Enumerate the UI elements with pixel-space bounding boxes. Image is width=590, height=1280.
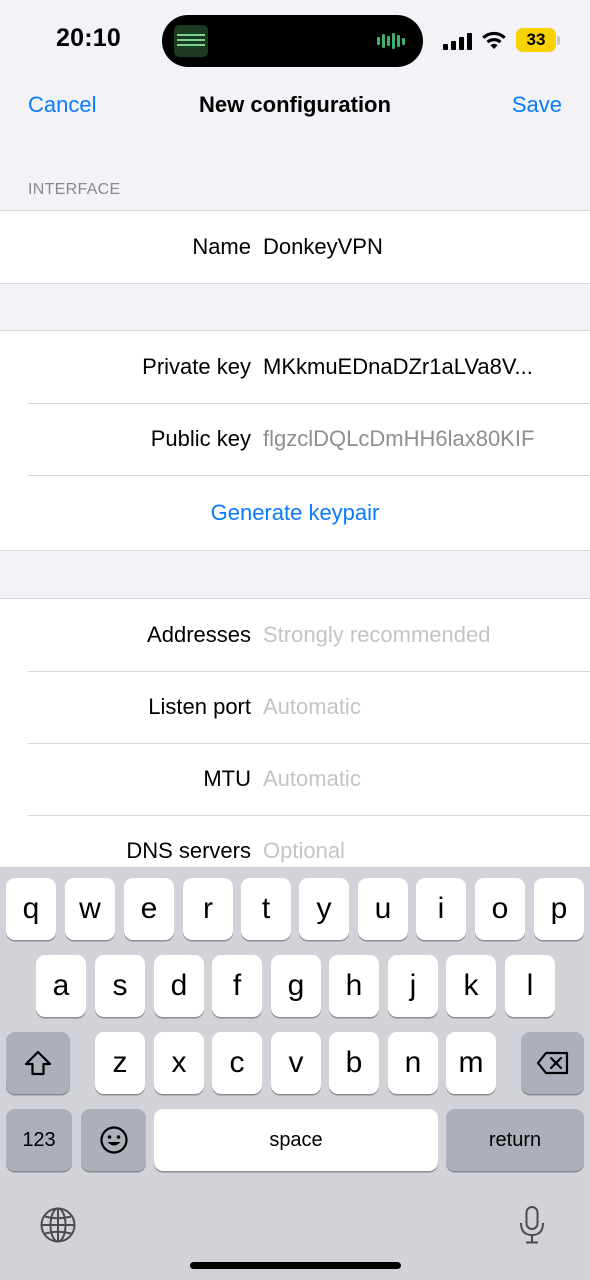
key-l[interactable]: l (505, 955, 555, 1017)
key-x[interactable]: x (154, 1032, 204, 1094)
key-a[interactable]: a (36, 955, 86, 1017)
key-w[interactable]: w (65, 878, 115, 940)
emoji-icon (99, 1126, 128, 1154)
key-b[interactable]: b (329, 1032, 379, 1094)
key-r[interactable]: r (183, 878, 233, 940)
name-field[interactable]: DonkeyVPN (263, 234, 590, 260)
status-bar: 20:10 33 (0, 0, 590, 80)
private-key-row[interactable]: Private key MKkmuEDnaDZr1aLVa8V... (0, 331, 590, 403)
dns-servers-row[interactable]: DNS servers Optional (0, 815, 590, 868)
key-g[interactable]: g (271, 955, 321, 1017)
numbers-key[interactable]: 123 (6, 1109, 72, 1171)
key-j[interactable]: j (388, 955, 438, 1017)
audio-waveform-icon (377, 33, 409, 49)
key-f[interactable]: f (212, 955, 262, 1017)
key-c[interactable]: c (212, 1032, 262, 1094)
addresses-label: Addresses (147, 622, 251, 647)
mtu-field[interactable]: Automatic (263, 766, 590, 792)
addresses-field[interactable]: Strongly recommended (263, 622, 590, 648)
public-key-label: Public key (150, 426, 251, 451)
dynamic-island[interactable] (162, 15, 423, 67)
key-d[interactable]: d (154, 955, 204, 1017)
space-key[interactable]: space (154, 1109, 438, 1171)
battery-icon: 33 (516, 28, 560, 52)
navigation-bar: Cancel New configuration Save (0, 80, 590, 130)
dns-servers-label: DNS servers (126, 838, 251, 863)
return-key[interactable]: return (446, 1109, 584, 1171)
public-key-value: flgzclDQLcDmHH6lax80KIF (263, 426, 535, 451)
shift-key[interactable] (6, 1032, 70, 1094)
home-indicator[interactable] (190, 1262, 401, 1269)
battery-level: 33 (516, 28, 556, 52)
listen-port-row[interactable]: Listen port Automatic (0, 671, 590, 743)
key-z[interactable]: z (95, 1032, 145, 1094)
key-i[interactable]: i (416, 878, 466, 940)
backspace-icon (536, 1051, 568, 1075)
listen-port-label: Listen port (148, 694, 251, 719)
mtu-label: MTU (203, 766, 251, 791)
dictation-button[interactable] (510, 1203, 554, 1247)
globe-button[interactable] (36, 1205, 80, 1245)
backspace-key[interactable] (521, 1032, 584, 1094)
page-title: New configuration (199, 92, 391, 117)
name-row[interactable]: Name DonkeyVPN (0, 211, 590, 283)
key-y[interactable]: y (299, 878, 349, 940)
key-u[interactable]: u (358, 878, 408, 940)
globe-icon (40, 1207, 76, 1243)
save-button[interactable]: Save (512, 92, 562, 118)
key-q[interactable]: q (6, 878, 56, 940)
microphone-icon (520, 1206, 544, 1244)
public-key-row: Public key flgzclDQLcDmHH6lax80KIF (0, 403, 590, 475)
status-time: 20:10 (56, 24, 121, 52)
key-s[interactable]: s (95, 955, 145, 1017)
now-playing-artwork-icon (174, 25, 208, 57)
key-v[interactable]: v (271, 1032, 321, 1094)
section-header-interface: INTERFACE (28, 181, 121, 198)
generate-keypair-button[interactable]: Generate keypair (0, 475, 590, 550)
listen-port-field[interactable]: Automatic (263, 694, 590, 720)
mtu-row[interactable]: MTU Automatic (0, 743, 590, 815)
status-icons: 33 (443, 26, 560, 54)
keys-group: Private key MKkmuEDnaDZr1aLVa8V... Publi… (0, 330, 590, 551)
shift-icon (24, 1050, 52, 1076)
name-label: Name (192, 234, 251, 259)
signal-icon (443, 30, 472, 50)
emoji-key[interactable] (81, 1109, 146, 1171)
network-group: Addresses Strongly recommended Listen po… (0, 598, 590, 868)
keyboard: q w e r t y u i o p a s d f g h j k l z … (0, 867, 590, 1280)
private-key-field[interactable]: MKkmuEDnaDZr1aLVa8V... (263, 354, 590, 380)
key-t[interactable]: t (241, 878, 291, 940)
key-h[interactable]: h (329, 955, 379, 1017)
private-key-label: Private key (142, 354, 251, 379)
key-o[interactable]: o (475, 878, 525, 940)
wifi-icon (482, 31, 506, 49)
key-n[interactable]: n (388, 1032, 438, 1094)
name-group: Name DonkeyVPN (0, 210, 590, 284)
key-p[interactable]: p (534, 878, 584, 940)
key-m[interactable]: m (446, 1032, 496, 1094)
dns-servers-field[interactable]: Optional (263, 838, 590, 864)
addresses-row[interactable]: Addresses Strongly recommended (0, 599, 590, 671)
key-e[interactable]: e (124, 878, 174, 940)
key-k[interactable]: k (446, 955, 496, 1017)
